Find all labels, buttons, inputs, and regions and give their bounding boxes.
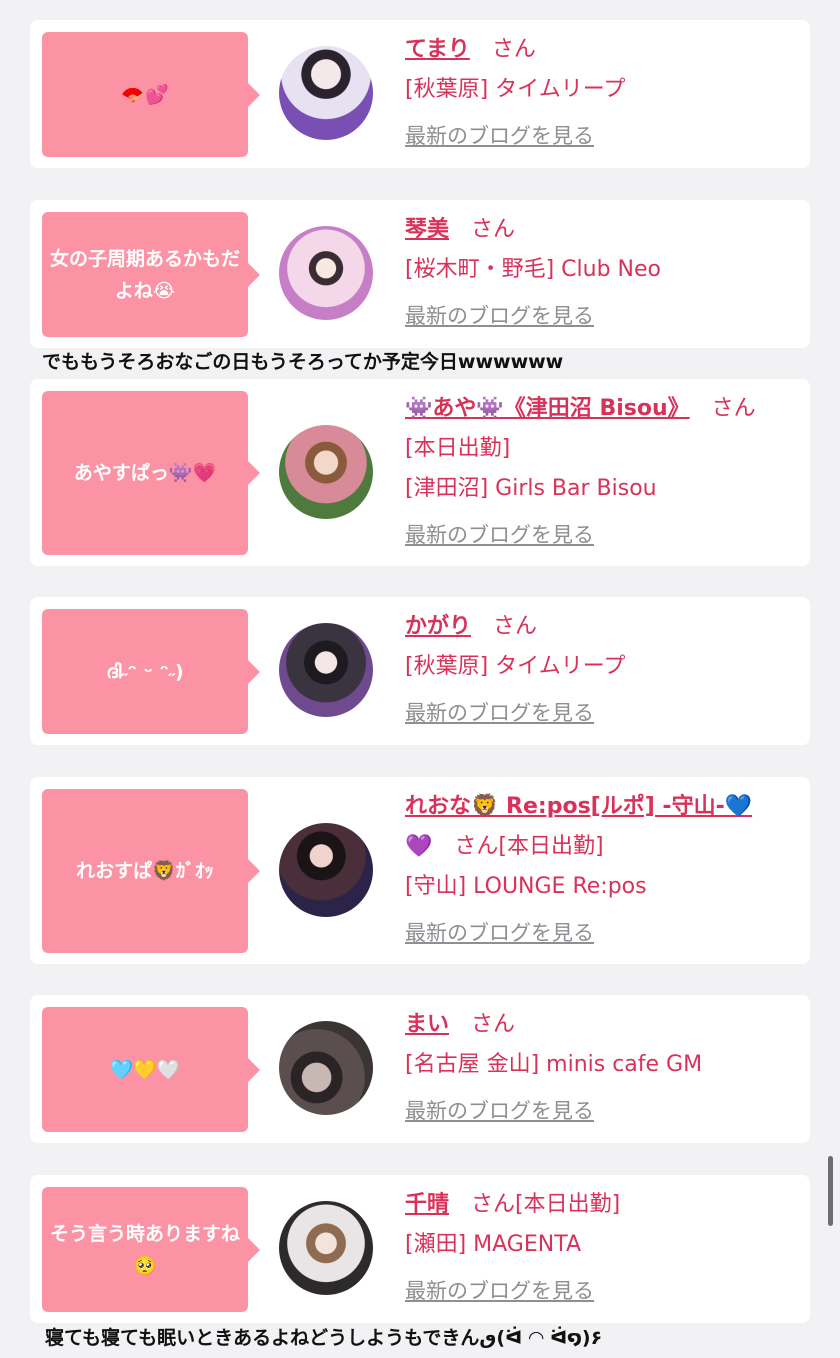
- latest-blog-link[interactable]: 最新のブログを見る: [405, 296, 594, 336]
- comment-text: あやすぱっ👾💗: [73, 462, 217, 484]
- avatar[interactable]: [279, 425, 373, 519]
- shop-label: [桜木町・野毛] Club Neo: [405, 257, 661, 282]
- cast-name-link[interactable]: まい: [405, 1012, 449, 1037]
- cast-name-link-continued[interactable]: 💜: [405, 834, 432, 859]
- latest-blog-link[interactable]: 最新のブログを見る: [405, 515, 594, 555]
- latest-blog-link[interactable]: 最新のブログを見る: [405, 693, 594, 733]
- latest-blog-link[interactable]: 最新のブログを見る: [405, 1271, 594, 1311]
- comment-text: 🩵💛🤍: [109, 1058, 181, 1081]
- comment-bubble: あやすぱっ👾💗: [42, 391, 260, 555]
- avatar[interactable]: [279, 1201, 373, 1295]
- honorific: さん: [471, 1012, 516, 1037]
- honorific: さん: [471, 1192, 516, 1217]
- status-label: [本日出勤]: [405, 436, 511, 461]
- shop-label: [秋葉原] タイムリープ: [405, 77, 626, 102]
- comment-bubble: そう言う時ありますね🥺: [42, 1187, 260, 1312]
- latest-blog-link[interactable]: 最新のブログを見る: [405, 913, 594, 953]
- blog-card: 女の子周期あるかもだよね😭 琴美 さん [桜木町・野毛] Club Neo 最新の…: [30, 200, 810, 348]
- honorific: さん: [471, 217, 516, 242]
- honorific: さん: [493, 614, 538, 639]
- status-label: [本日出勤]: [515, 1192, 621, 1217]
- honorific: さん: [711, 396, 756, 421]
- comment-text: ദി˶ᵔ ᵕ ᵔ˶): [106, 660, 184, 683]
- cast-name-link[interactable]: 千晴: [405, 1192, 449, 1217]
- shop-label: [津田沼] Girls Bar Bisou: [405, 476, 657, 501]
- honorific: さん: [454, 834, 499, 859]
- blog-card: あやすぱっ👾💗 👾あや👾《津田沼 Bisou》 さん [本日出勤] [津田沼] G…: [30, 379, 810, 566]
- avatar[interactable]: [279, 46, 373, 140]
- shop-label: [守山] LOUNGE Re:pos: [405, 874, 647, 899]
- status-label: [本日出勤]: [498, 834, 604, 859]
- comment-text: 🪭💕: [121, 83, 169, 106]
- cast-name-link[interactable]: れおな🦁 Re:pos[ルポ] -守山-💙: [405, 794, 752, 819]
- shop-label: [名古屋 金山] minis cafe GM: [405, 1052, 703, 1077]
- comment-bubble: れおすぱ🦁ｶﾞｵｯ: [42, 789, 260, 953]
- blog-card: そう言う時ありますね🥺 千晴 さん[本日出勤] [瀬田] MAGENTA 最新のブ…: [30, 1175, 810, 1323]
- shop-label: [瀬田] MAGENTA: [405, 1232, 581, 1257]
- comment-text: れおすぱ🦁ｶﾞｵｯ: [76, 860, 214, 882]
- cast-name-link[interactable]: 👾あや👾《津田沼 Bisou》: [405, 396, 690, 421]
- comment-text: 女の子周期あるかもだよね😭: [50, 247, 241, 302]
- free-comment-text: でももうそろおなごの日もうそろってか予定今日wwwwww: [42, 351, 564, 373]
- comment-bubble: 🪭💕: [42, 32, 260, 157]
- cast-name-link[interactable]: てまり: [405, 37, 470, 62]
- blog-card: ദി˶ᵔ ᵕ ᵔ˶) かがり さん [秋葉原] タイムリープ 最新のブログを見る: [30, 597, 810, 745]
- honorific: さん: [491, 37, 536, 62]
- avatar[interactable]: [279, 623, 373, 717]
- scrollbar-thumb[interactable]: [828, 1156, 833, 1226]
- comment-bubble: ദി˶ᵔ ᵕ ᵔ˶): [42, 609, 260, 734]
- free-comment-text: 寝ても寝ても眠いときあるよねどうしようもできんٯ(ᐛ ◠ ᐛ໑)۶: [45, 1327, 603, 1349]
- cast-name-link[interactable]: 琴美: [405, 217, 449, 242]
- blog-card: 🪭💕 てまり さん [秋葉原] タイムリープ 最新のブログを見る: [30, 20, 810, 168]
- latest-blog-link[interactable]: 最新のブログを見る: [405, 116, 594, 156]
- shop-label: [秋葉原] タイムリープ: [405, 654, 626, 679]
- avatar[interactable]: [279, 226, 373, 320]
- comment-bubble: 🩵💛🤍: [42, 1007, 260, 1132]
- blog-card: れおすぱ🦁ｶﾞｵｯ れおな🦁 Re:pos[ルポ] -守山-💙 💜 さん[本日出勤…: [30, 777, 810, 964]
- blog-card: 🩵💛🤍 まい さん [名古屋 金山] minis cafe GM 最新のブログを見…: [30, 995, 810, 1143]
- avatar[interactable]: [279, 823, 373, 917]
- comment-text: そう言う時ありますね🥺: [50, 1222, 241, 1277]
- comment-bubble: 女の子周期あるかもだよね😭: [42, 212, 260, 337]
- cast-name-link[interactable]: かがり: [405, 614, 471, 639]
- avatar[interactable]: [279, 1021, 373, 1115]
- latest-blog-link[interactable]: 最新のブログを見る: [405, 1091, 594, 1131]
